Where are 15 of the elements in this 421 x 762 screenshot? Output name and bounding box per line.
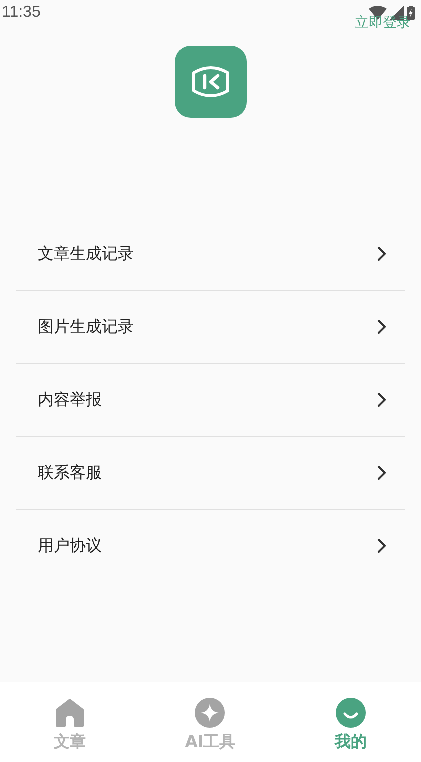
menu-item[interactable]: 用户协议	[16, 510, 405, 582]
chevron-right-icon	[377, 538, 387, 554]
sparkle-icon	[195, 698, 226, 728]
home-icon	[55, 698, 86, 728]
menu-item[interactable]: 文章生成记录	[16, 218, 405, 291]
app-logo-icon	[174, 46, 246, 118]
chevron-right-icon	[377, 246, 387, 262]
chevron-right-icon	[377, 465, 387, 481]
status-time: 11:35	[2, 4, 41, 22]
smile-icon	[336, 698, 366, 728]
menu-item[interactable]: 联系客服	[16, 437, 405, 510]
chevron-right-icon	[377, 319, 387, 335]
menu-item[interactable]: 内容举报	[16, 364, 405, 437]
menu-item[interactable]: 图片生成记录	[16, 291, 405, 364]
chevron-right-icon	[377, 392, 387, 408]
